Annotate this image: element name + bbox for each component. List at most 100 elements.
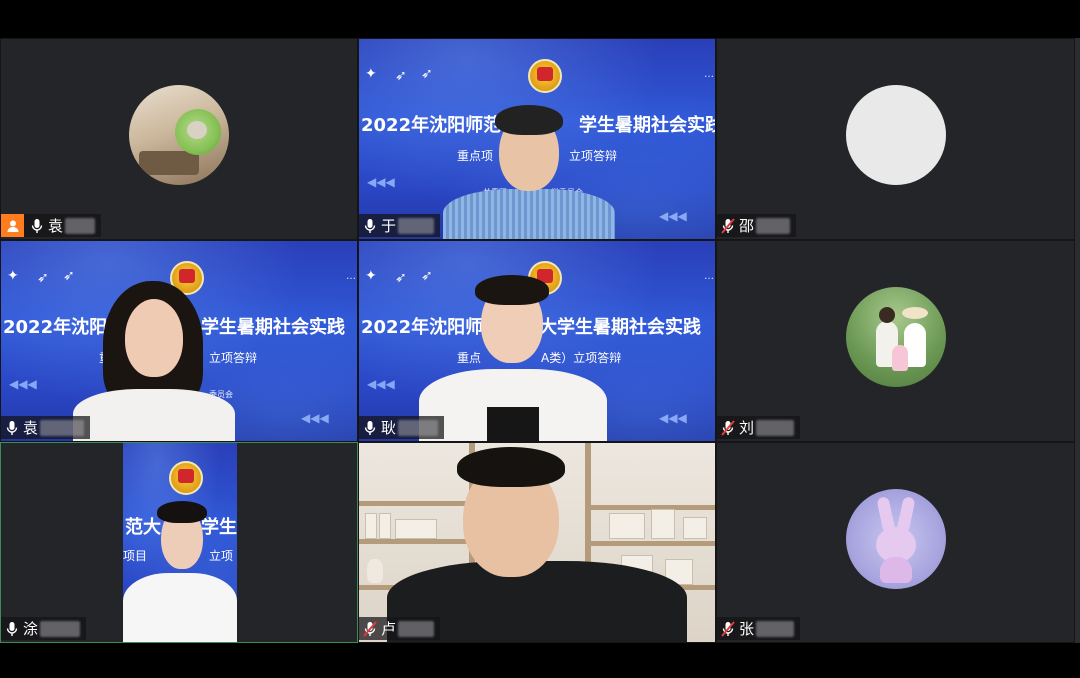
participant-name: 袁 xyxy=(48,217,64,235)
blank-avatar xyxy=(845,85,946,185)
banner-title-end: 学生暑期社会实践 xyxy=(579,115,716,136)
bird-icon: ➶ xyxy=(421,268,433,284)
name-tag: 袁 xyxy=(1,214,102,237)
participant-tile-9[interactable]: 张 xyxy=(716,442,1075,643)
banner-dots: … xyxy=(346,271,356,282)
league-emblem-icon xyxy=(169,461,203,495)
participant-video: 范大 学生 项目 立项 xyxy=(123,443,237,642)
participant-name: 张 xyxy=(739,620,755,638)
shelf xyxy=(359,539,469,544)
book xyxy=(651,509,675,539)
book xyxy=(609,513,645,539)
hair xyxy=(157,501,207,523)
avatar-child xyxy=(891,345,908,371)
bird-icon: ➶ xyxy=(395,68,407,84)
shirt xyxy=(123,573,237,642)
bottom-bar xyxy=(0,643,1080,678)
bunny-plush-avatar xyxy=(845,488,946,589)
top-bar xyxy=(0,0,1080,38)
shelf xyxy=(359,501,469,506)
muted-microphone-icon[interactable] xyxy=(719,418,737,438)
banner-subtitle-end: A类）立项答辩 xyxy=(541,351,622,365)
participant-tile-4[interactable]: ✦ ➶ ➶ 2022年沈阳师 学生暑期社会实践 重点 ）立项答辩 委员会 ◀◀◀… xyxy=(0,240,358,442)
name-redaction xyxy=(40,419,85,436)
avatar-desk xyxy=(139,151,199,175)
name-redaction xyxy=(398,620,435,637)
banner-arrows: ◀◀◀ xyxy=(659,411,687,425)
bird-icon: ➶ xyxy=(63,268,75,284)
banner-subtitle: 重点项 xyxy=(457,149,494,163)
participant-tile-8[interactable]: 卢 xyxy=(358,442,716,643)
muted-microphone-icon[interactable] xyxy=(719,619,737,639)
microphone-icon[interactable] xyxy=(3,619,21,639)
host-icon xyxy=(1,214,24,237)
right-edge xyxy=(1075,38,1080,643)
participant-name: 袁 xyxy=(23,419,39,437)
name-redaction xyxy=(65,217,96,234)
bird-icon: ✦ xyxy=(365,66,377,82)
avatar-plush xyxy=(175,109,221,155)
bird-icon: ➶ xyxy=(421,66,433,82)
name-tag: 卢 xyxy=(359,617,441,640)
name-tag: 于 xyxy=(359,214,441,237)
name-tag: 涂 xyxy=(1,617,87,640)
participant-name: 卢 xyxy=(381,620,397,638)
name-redaction xyxy=(756,419,795,436)
microphone-icon[interactable] xyxy=(361,418,379,438)
shelf xyxy=(585,505,715,510)
banner-subtitle: 重点 xyxy=(457,351,482,365)
book xyxy=(365,513,377,539)
hair xyxy=(475,275,549,305)
name-tag: 耿 xyxy=(359,416,445,439)
banner-dots: … xyxy=(704,271,714,282)
hair xyxy=(457,447,565,487)
banner-title-end: 学生 xyxy=(201,517,237,538)
shirt xyxy=(443,189,615,239)
name-tag: 张 xyxy=(717,617,801,640)
banner-title-end: 大学生暑期社会实践 xyxy=(539,317,701,338)
family-photo-avatar xyxy=(845,287,946,387)
name-tag: 邵 xyxy=(717,214,797,237)
participant-tile-7[interactable]: 范大 学生 项目 立项 涂 xyxy=(0,442,358,643)
participant-name: 邵 xyxy=(739,217,755,235)
name-redaction xyxy=(756,217,791,234)
banner-subtitle-end: 立项 xyxy=(209,549,234,563)
banner-title: 范大 xyxy=(125,517,161,538)
participant-tile-6[interactable]: 刘 xyxy=(716,240,1075,442)
name-redaction xyxy=(398,419,439,436)
name-tag: 袁 xyxy=(1,416,91,439)
microphone-icon[interactable] xyxy=(28,216,46,236)
participant-tile-1[interactable]: 袁 xyxy=(0,38,358,240)
participant-name: 于 xyxy=(381,217,397,235)
banner-title: 2022年沈阳师范 xyxy=(361,115,502,136)
bird-icon: ✦ xyxy=(7,268,19,284)
participant-tile-2[interactable]: ✦ ➶ ➶ 2022年沈阳师范 学生暑期社会实践 重点项 立项答辩 共青团 学委… xyxy=(358,38,716,240)
room-plush-avatar xyxy=(129,85,229,185)
participant-name: 涂 xyxy=(23,620,39,638)
vase xyxy=(367,559,383,583)
name-redaction xyxy=(398,217,435,234)
participant-tile-3[interactable]: 邵 xyxy=(716,38,1075,240)
participant-tile-5[interactable]: ✦ ➶ ➶ 2022年沈阳师 大学生暑期社会实践 重点 A类）立项答辩 会 ◀◀… xyxy=(358,240,716,442)
top xyxy=(73,389,235,441)
muted-microphone-icon[interactable] xyxy=(361,619,379,639)
name-tag: 刘 xyxy=(717,416,801,439)
banner-subtitle-end: ）立项答辩 xyxy=(197,351,258,365)
participant-name: 耿 xyxy=(381,419,397,437)
muted-microphone-icon[interactable] xyxy=(719,216,737,236)
participant-name: 刘 xyxy=(739,419,755,437)
banner-arrows: ◀◀◀ xyxy=(301,411,329,425)
name-redaction xyxy=(40,620,81,637)
league-emblem-icon xyxy=(528,59,562,93)
banner-title: 2022年沈阳师 xyxy=(361,317,484,338)
microphone-icon[interactable] xyxy=(3,418,21,438)
banner-dots: … xyxy=(704,69,714,80)
book xyxy=(395,519,437,539)
banner-subtitle: 项目 xyxy=(123,549,148,563)
microphone-icon[interactable] xyxy=(361,216,379,236)
banner-arrows: ◀◀◀ xyxy=(9,377,37,391)
avatar-body xyxy=(879,556,912,583)
banner-title-end: 学生暑期社会实践 xyxy=(201,317,345,338)
inner-top xyxy=(487,407,539,441)
banner-subtitle-end: 立项答辩 xyxy=(569,149,618,163)
